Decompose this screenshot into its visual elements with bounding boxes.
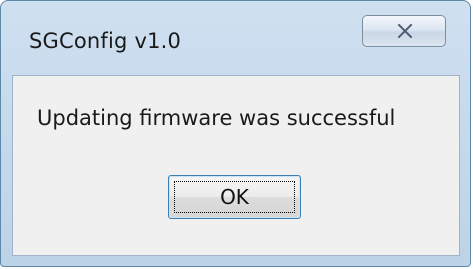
dialog-title: SGConfig v1.0 (29, 29, 182, 53)
title-bar[interactable]: SGConfig v1.0 (1, 1, 470, 75)
dialog-content: Updating firmware was successful OK (12, 75, 460, 256)
dialog-message: Updating firmware was successful (37, 106, 396, 130)
close-button[interactable] (362, 15, 446, 47)
dialog-window: SGConfig v1.0 Updating firmware was succ… (0, 0, 471, 267)
ok-button[interactable]: OK (168, 175, 301, 219)
close-icon (397, 24, 413, 38)
ok-button-label: OK (220, 185, 249, 209)
